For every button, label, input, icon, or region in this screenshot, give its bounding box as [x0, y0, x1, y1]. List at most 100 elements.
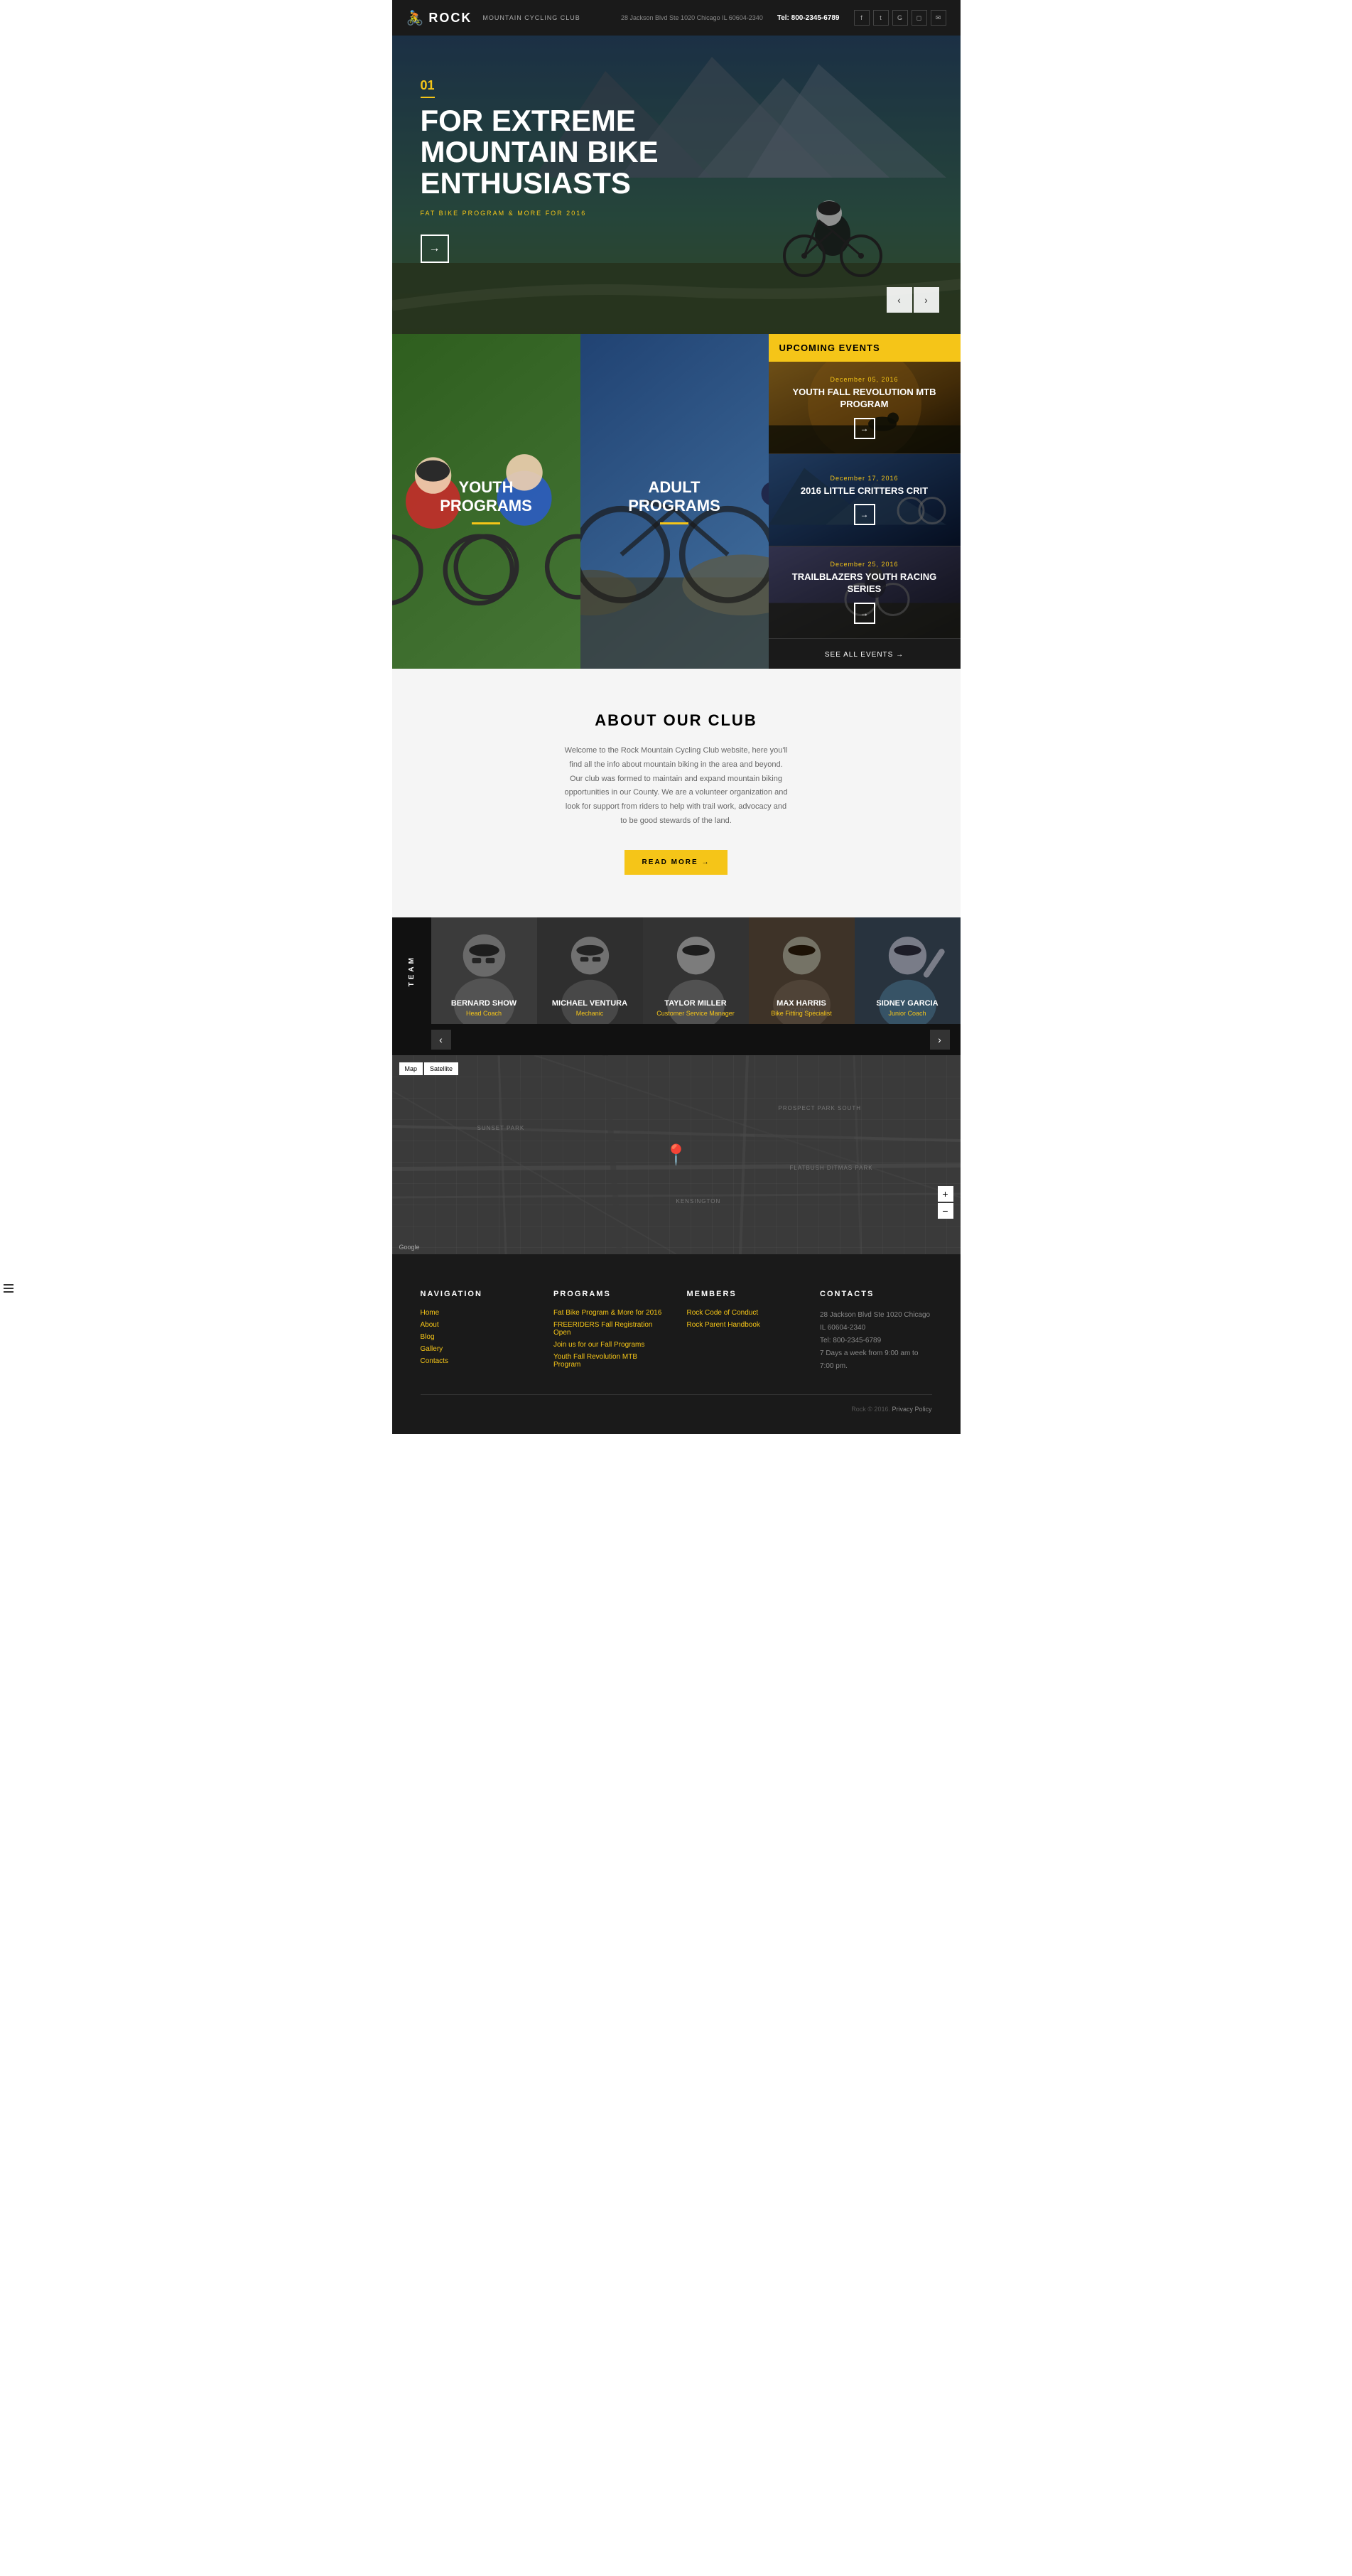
hero-cta-button[interactable]: →	[421, 235, 449, 263]
team-role-2: Customer Service Manager	[650, 1010, 742, 1017]
see-all-events-link[interactable]: SEE ALL EVENTS →	[825, 651, 904, 659]
event-title-1: YOUTH FALL REVOLUTION MTB PROGRAM	[779, 387, 950, 411]
hero-number: 01	[421, 78, 435, 98]
map-label-flatbush: FLATBUSH DITMAS PARK	[790, 1165, 873, 1171]
logo-text: ROCK	[428, 11, 472, 26]
footer-programs-col: PROGRAMS Fat Bike Program & More for 201…	[553, 1290, 666, 1373]
team-member-0[interactable]: BERNARD SHOW Head Coach	[431, 917, 537, 1024]
footer-nav-contacts[interactable]: Contacts	[421, 1357, 533, 1365]
team-name-0: BERNARD SHOW	[438, 999, 530, 1008]
footer-prog-0[interactable]: Fat Bike Program & More for 2016	[553, 1309, 666, 1317]
logo-icon: 🚴	[406, 9, 426, 27]
footer-nav-about[interactable]: About	[421, 1321, 533, 1329]
map-zoom-controls: + −	[938, 1186, 953, 1219]
event-item-1[interactable]: December 05, 2016 YOUTH FALL REVOLUTION …	[769, 362, 961, 454]
map-controls: Map Satellite	[399, 1062, 459, 1075]
team-carousel: BERNARD SHOW Head Coach	[431, 917, 961, 1024]
sidebar-menu[interactable]	[0, 1277, 14, 1300]
map-btn-map[interactable]: Map	[399, 1062, 423, 1075]
team-name-1: MICHAEL VENTURA	[544, 999, 636, 1008]
footer-contacts-col: CONTACTS 28 Jackson Blvd Ste 1020 Chicag…	[820, 1290, 932, 1373]
team-role-4: Junior Coach	[862, 1010, 953, 1017]
map-label-prospect: PROSPECT PARK SOUTH	[779, 1105, 862, 1111]
map-btn-satellite[interactable]: Satellite	[424, 1062, 458, 1075]
adult-programs-line	[660, 522, 688, 524]
footer-prog-3[interactable]: Youth Fall Revolution MTB Program	[553, 1353, 666, 1369]
map-section: Map Satellite SUNSET PARK PROSPECT PARK …	[392, 1055, 961, 1254]
event-date-1: December 05, 2016	[830, 376, 898, 383]
footer-contacts-address: 28 Jackson Blvd Ste 1020 Chicago IL 6060…	[820, 1309, 932, 1335]
team-member-3[interactable]: COBRA9 MAX HARRIS Bike Fitting Specialis…	[749, 917, 855, 1024]
googleplus-icon[interactable]: G	[892, 10, 908, 26]
footer-members-0[interactable]: Rock Code of Conduct	[687, 1309, 799, 1317]
team-next-button[interactable]: ›	[930, 1030, 950, 1050]
footer-members-col: MEMBERS Rock Code of Conduct Rock Parent…	[687, 1290, 799, 1373]
event-arrow-btn-1[interactable]: →	[854, 418, 875, 439]
team-member-1[interactable]: MICHAEL VENTURA Mechanic	[537, 917, 643, 1024]
youth-programs-title: YOUTHPROGRAMS	[440, 478, 532, 516]
footer-nav-blog[interactable]: Blog	[421, 1333, 533, 1341]
footer-nav-title: NAVIGATION	[421, 1290, 533, 1298]
read-more-button[interactable]: READ MORE →	[624, 850, 728, 875]
programs-cards: YOUTHPROGRAMS	[392, 334, 769, 669]
adult-programs-title: ADULTPROGRAMS	[628, 478, 720, 516]
youth-programs-card[interactable]: YOUTHPROGRAMS	[392, 334, 580, 669]
event-title-2: 2016 LITTLE CRITTERS CRIT	[801, 485, 928, 497]
event-item-2[interactable]: December 17, 2016 2016 LITTLE CRITTERS C…	[769, 454, 961, 546]
hero-next-button[interactable]: ›	[914, 287, 939, 313]
youth-programs-line	[472, 522, 500, 524]
team-name-2: TAYLOR MILLER	[650, 999, 742, 1008]
about-text: Welcome to the Rock Mountain Cycling Clu…	[563, 744, 790, 829]
map-label-sunset: SUNSET PARK	[477, 1125, 525, 1131]
team-member-4[interactable]: SIDNEY GARCIA Junior Coach	[855, 917, 961, 1024]
hero-subtitle: FAT BIKE PROGRAM & MORE FOR 2016	[421, 210, 676, 217]
hero-section: 01 FOR EXTREME MOUNTAIN BIKE ENTHUSIASTS…	[392, 36, 961, 334]
map-marker: 📍	[664, 1143, 688, 1166]
twitter-icon[interactable]: t	[873, 10, 889, 26]
logo-subtitle: MOUNTAIN CYCLING CLUB	[482, 14, 580, 21]
event-arrow-btn-2[interactable]: →	[854, 504, 875, 525]
footer-privacy-link[interactable]: Privacy Policy	[892, 1406, 931, 1413]
footer-grid: NAVIGATION Home About Blog Gallery Conta…	[421, 1290, 932, 1373]
event-item-3[interactable]: December 25, 2016 TRAILBLAZERS YOUTH RAC…	[769, 546, 961, 639]
event-title-3: TRAILBLAZERS YOUTH RACING SERIES	[779, 571, 950, 596]
team-role-1: Mechanic	[544, 1010, 636, 1017]
footer-members-1[interactable]: Rock Parent Handbook	[687, 1321, 799, 1329]
event-date-2: December 17, 2016	[830, 475, 898, 482]
footer-contacts-hours: 7 Days a week from 9:00 am to 7:00 pm.	[820, 1347, 932, 1373]
instagram-icon[interactable]: ◻	[912, 10, 927, 26]
footer-contacts-title: CONTACTS	[820, 1290, 932, 1298]
header-tel: Tel: 800-2345-6789	[777, 14, 840, 22]
footer-nav-home[interactable]: Home	[421, 1309, 533, 1317]
site-header: 🚴 ROCK MOUNTAIN CYCLING CLUB 28 Jackson …	[392, 0, 961, 36]
team-member-content-0: BERNARD SHOW Head Coach	[431, 917, 537, 1024]
header-social: f t G ◻ ✉	[854, 10, 946, 26]
footer-prog-1[interactable]: FREERIDERS Fall Registration Open	[553, 1321, 666, 1337]
map-label-kensington: KENSINGTON	[676, 1198, 721, 1205]
footer-bottom: Rock © 2016. Privacy Policy	[421, 1394, 932, 1413]
footer-prog-2[interactable]: Join us for our Fall Programs	[553, 1341, 666, 1349]
email-icon[interactable]: ✉	[931, 10, 946, 26]
team-nav-row: ‹ ›	[392, 1024, 961, 1055]
event-arrow-btn-3[interactable]: →	[854, 603, 875, 624]
footer-nav-col: NAVIGATION Home About Blog Gallery Conta…	[421, 1290, 533, 1373]
events-footer: SEE ALL EVENTS →	[769, 639, 961, 669]
event-date-3: December 25, 2016	[830, 561, 898, 568]
map-zoom-in[interactable]: +	[938, 1186, 953, 1202]
adult-programs-content: ADULTPROGRAMS	[580, 334, 769, 669]
adult-programs-card[interactable]: ADULTPROGRAMS	[580, 334, 769, 669]
hero-prev-button[interactable]: ‹	[887, 287, 912, 313]
map-zoom-out[interactable]: −	[938, 1203, 953, 1219]
team-member-2[interactable]: TAYLOR MILLER Customer Service Manager	[643, 917, 749, 1024]
about-section: ABOUT OUR CLUB Welcome to the Rock Mount…	[392, 669, 961, 917]
team-prev-button[interactable]: ‹	[431, 1030, 451, 1050]
team-member-content-1: MICHAEL VENTURA Mechanic	[537, 917, 643, 1024]
hero-title: FOR EXTREME MOUNTAIN BIKE ENTHUSIASTS	[421, 105, 676, 199]
events-header: UPCOMING EVENTS	[769, 334, 961, 362]
facebook-icon[interactable]: f	[854, 10, 870, 26]
footer-nav-gallery[interactable]: Gallery	[421, 1345, 533, 1353]
team-member-content-2: TAYLOR MILLER Customer Service Manager	[643, 917, 749, 1024]
about-title: ABOUT OUR CLUB	[421, 711, 932, 730]
logo[interactable]: 🚴 ROCK MOUNTAIN CYCLING CLUB	[406, 9, 580, 27]
map-google-label: Google	[399, 1244, 420, 1251]
